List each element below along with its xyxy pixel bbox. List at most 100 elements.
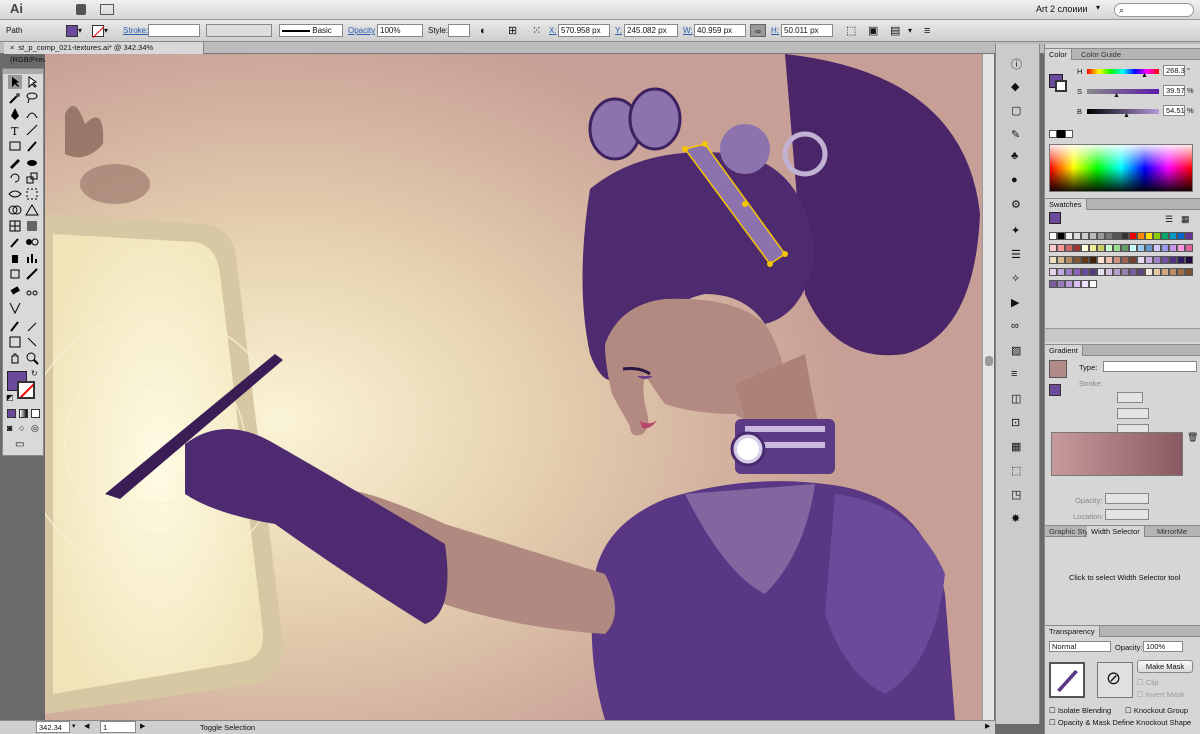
trash-icon[interactable]: 🗑 [1187,432,1198,443]
arrange-documents-icon[interactable] [100,4,114,15]
scrollbar-thumb[interactable] [985,356,993,366]
brightness-field[interactable]: 54.51 [1163,105,1185,116]
tab-width-selector[interactable]: Width Selector [1087,526,1145,537]
color-swatch[interactable] [1145,244,1153,252]
paintbrush-tool-icon[interactable] [25,139,39,153]
color-swatch[interactable] [1129,268,1137,276]
y-position-field[interactable]: 245.082 px [624,24,678,37]
color-swatch[interactable] [1097,232,1105,240]
width-field[interactable]: 40.959 px [694,24,746,37]
gradient-fill-swatch[interactable] [1049,384,1061,396]
color-swatch[interactable] [1145,256,1153,264]
zoom-tool-icon[interactable] [25,351,39,365]
line-segment-tool-icon[interactable] [25,123,39,137]
artboard-canvas[interactable] [45,54,982,720]
gradient-slider-preview[interactable] [1051,432,1183,476]
color-swatch[interactable] [1097,268,1105,276]
color-swatch[interactable] [1065,244,1073,252]
color-swatch[interactable] [1081,244,1089,252]
constrain-proportions-icon[interactable]: ∞ [750,24,766,37]
layers-icon[interactable]: ◆ [1011,80,1027,96]
panel-menu-icon[interactable]: ≡ [924,24,930,38]
color-swatch[interactable] [1065,256,1073,264]
zoom-dropdown-icon[interactable]: ▾ [72,722,76,730]
color-swatch[interactable] [1057,268,1065,276]
color-swatch[interactable] [1177,268,1185,276]
blend-tool-icon[interactable] [25,235,39,249]
color-swatch[interactable] [1081,280,1089,288]
saturation-field[interactable]: 39.57 [1163,85,1185,96]
blob-brush-tool-icon[interactable] [25,155,39,169]
color-swatch[interactable] [1089,232,1097,240]
color-swatch[interactable] [1105,244,1113,252]
gradient-location-field[interactable] [1105,509,1149,520]
color-swatch[interactable] [1113,268,1121,276]
h-label[interactable]: H: [771,24,779,38]
white-color-icon[interactable] [1065,130,1073,138]
color-swatch[interactable] [1153,244,1161,252]
color-swatch[interactable] [1137,268,1145,276]
color-swatch[interactable] [1089,256,1097,264]
symbol-sprayer-tool-icon[interactable] [8,251,22,265]
free-transform-tool-icon[interactable] [25,187,39,201]
color-swatch[interactable] [1105,268,1113,276]
color-swatch[interactable] [1105,256,1113,264]
pen-tool-icon[interactable] [8,107,22,121]
actions-icon[interactable]: ▶ [1011,296,1027,312]
tab-mirrorme[interactable]: MirrorMe [1153,526,1191,537]
color-swatch[interactable] [1185,268,1193,276]
eyedropper-tool-icon[interactable] [8,235,22,249]
color-swatch[interactable] [1073,268,1081,276]
saturation-slider-thumb[interactable]: ▲ [1113,92,1120,99]
tab-gradient[interactable]: Gradient [1045,345,1083,356]
color-swatch[interactable] [1097,244,1105,252]
x-position-field[interactable]: 570.958 px [558,24,610,37]
color-swatch[interactable] [1153,268,1161,276]
reference-point-icon[interactable]: ⁙ [532,24,541,38]
document-tab[interactable]: × st_p_comp_021-textures.ai* @ 342.34% (R… [4,42,204,64]
none-mode-icon[interactable] [31,409,40,418]
color-swatch[interactable] [1057,244,1065,252]
attributes-icon[interactable]: ✸ [1011,512,1027,528]
color-swatch[interactable] [1113,256,1121,264]
color-swatch[interactable] [1137,232,1145,240]
direct-selection-tool-icon[interactable] [25,75,39,89]
align-icon[interactable]: ⊞ [508,24,517,38]
color-swatch[interactable] [1081,256,1089,264]
zoom-level-field[interactable]: 342.34 [36,721,70,733]
artboard-tool-icon[interactable] [8,267,22,281]
transform-panel-icon[interactable]: ⊡ [1011,416,1027,432]
opacity-field[interactable]: 100% [377,24,423,37]
color-swatch[interactable] [1089,268,1097,276]
x-label[interactable]: X: [549,24,557,38]
type-tool-icon[interactable]: T [8,123,22,138]
color-swatch[interactable] [1177,244,1185,252]
stroke-color-swatch[interactable]: ▾ [92,24,116,38]
color-swatch[interactable] [1185,256,1193,264]
y-label[interactable]: Y: [615,24,622,38]
color-swatch[interactable] [1145,268,1153,276]
lasso-tool-icon[interactable] [25,91,39,105]
document-info-icon[interactable]: ▦ [1011,440,1027,456]
chevron-down-icon[interactable]: ▾ [908,24,912,38]
w-label[interactable]: W: [683,24,693,38]
color-swatch[interactable] [1049,232,1057,240]
slice-select-tool-icon[interactable] [25,335,39,349]
graphic-style-select[interactable] [448,24,470,37]
draw-behind-icon[interactable]: ○ [19,423,24,433]
color-spectrum[interactable] [1049,144,1193,192]
color-swatch[interactable] [1169,256,1177,264]
none-color-icon[interactable] [1049,130,1057,138]
column-graph-tool-icon[interactable] [25,251,39,265]
list-view-icon[interactable]: ☰ [1165,214,1173,225]
links-icon[interactable]: ✎ [1011,128,1027,144]
scale-tool-icon[interactable] [25,171,39,185]
symbols-icon[interactable]: ♣ [1011,150,1027,166]
color-swatch[interactable] [1057,280,1065,288]
align-panel-icon[interactable]: ≡ [1011,368,1027,384]
tab-graphic-styles[interactable]: Graphic Sty [1045,526,1092,537]
grid-view-icon[interactable]: ▦ [1181,214,1190,225]
toolbox-grip[interactable] [3,69,43,74]
stroke-icon[interactable]: ☰ [1011,248,1027,264]
isolate-object-icon[interactable]: ▣ [868,24,878,38]
